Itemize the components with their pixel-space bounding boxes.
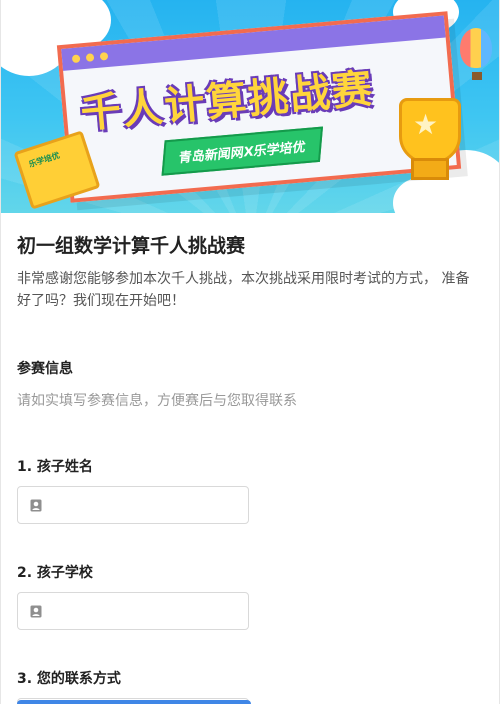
child-school-input[interactable] <box>17 592 249 630</box>
trophy-base <box>411 158 449 180</box>
form-description: 非常感谢您能够参加本次千人挑战，本次挑战采用限时考试的方式， 准备好了吗？我们现… <box>17 271 470 309</box>
banner-image: 千人计算挑战赛 青岛新闻网X乐学培优 乐学培优 ★ <box>1 0 499 213</box>
banner-subtitle: 青岛新闻网X乐学培优 <box>161 126 324 176</box>
form-page: 千人计算挑战赛 青岛新闻网X乐学培优 乐学培优 ★ 初一组数学计算千人挑战赛 非… <box>0 0 500 704</box>
form-title: 初一组数学计算千人挑战赛 <box>17 235 246 257</box>
banner-title: 千人计算挑战赛 <box>78 66 376 138</box>
field-label-child-school: 2. 孩子学校 <box>17 565 93 581</box>
balloon-basket <box>472 72 482 80</box>
book-label: 乐学培优 <box>27 150 61 170</box>
person-icon <box>30 499 42 512</box>
board-dot-3 <box>99 51 109 61</box>
section-description: 请如实填写参赛信息，方便赛后与您取得联系 <box>17 393 297 409</box>
field-label-child-name: 1. 孩子姓名 <box>17 459 93 475</box>
star-icon: ★ <box>413 108 439 141</box>
form-content: 初一组数学计算千人挑战赛 非常感谢您能够参加本次千人挑战，本次挑战采用限时考试的… <box>1 213 499 704</box>
hot-air-balloon-icon <box>460 28 492 68</box>
board-dot-1 <box>71 54 81 64</box>
section-title: 参赛信息 <box>17 361 73 377</box>
board-dot-2 <box>85 53 95 62</box>
child-name-input[interactable] <box>17 486 249 524</box>
submit-button[interactable] <box>17 700 251 704</box>
field-label-contact: 3. 您的联系方式 <box>17 671 121 687</box>
person-icon <box>30 605 42 618</box>
